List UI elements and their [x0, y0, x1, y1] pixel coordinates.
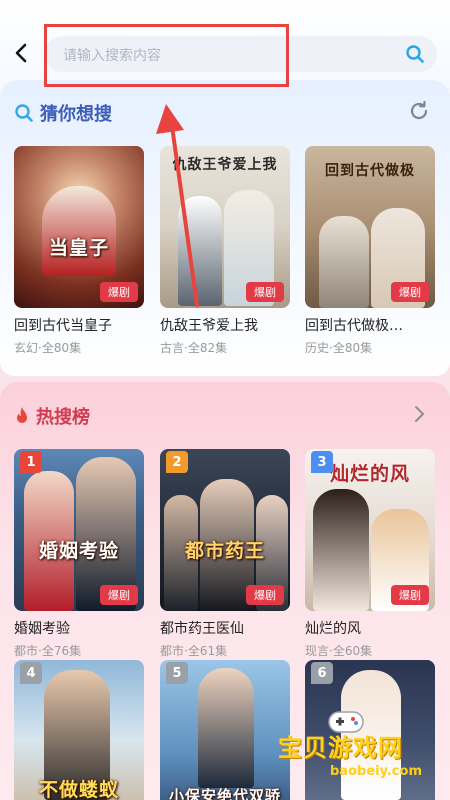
rank-badge: 6	[311, 662, 333, 684]
rank-badge: 2	[166, 451, 188, 473]
poster-caption: 小保安绝代双骄	[168, 787, 281, 800]
rank-badge: 5	[166, 662, 188, 684]
refresh-icon[interactable]	[408, 100, 430, 122]
drama-title[interactable]: 回到古代当皇子	[14, 315, 144, 335]
watermark-text: 宝贝游戏网	[278, 734, 403, 762]
flame-icon	[17, 407, 27, 423]
hot-section-title: 热搜榜	[36, 407, 90, 428]
poster-caption: 都市药王	[184, 540, 265, 562]
hot-section-header: 热搜榜	[14, 403, 90, 429]
search-highlight-box	[44, 24, 289, 87]
drama-title[interactable]: 灿烂的风	[305, 618, 435, 638]
drama-card[interactable]: 当皇子 爆剧 回到古代当皇子 玄幻·全80集	[14, 146, 144, 356]
drama-poster[interactable]: 当皇子 爆剧	[14, 146, 144, 308]
drama-card[interactable]: 婚姻考验 1 爆剧 婚姻考验 都市·全76集	[14, 449, 144, 659]
drama-poster[interactable]: 不做蝼蚁 4	[14, 660, 144, 800]
poster-caption: 婚姻考验	[38, 540, 119, 562]
watermark-url: baobeiy.com	[330, 764, 422, 779]
hot-badge: 爆剧	[246, 585, 284, 605]
drama-title[interactable]: 回到古代做极…	[305, 315, 435, 335]
drama-meta: 都市·全61集	[160, 644, 228, 658]
drama-poster[interactable]: 灿烂的风 3 爆剧	[305, 449, 435, 611]
drama-poster[interactable]: 婚姻考验 1 爆剧	[14, 449, 144, 611]
chevron-right-icon[interactable]	[412, 404, 428, 424]
hot-badge: 爆剧	[100, 282, 138, 302]
drama-poster[interactable]: 回到古代做极 爆剧	[305, 146, 435, 308]
poster-caption: 当皇子	[48, 237, 109, 259]
drama-title[interactable]: 都市药王医仙	[160, 618, 290, 638]
search-icon[interactable]	[405, 44, 425, 64]
drama-poster[interactable]: 小保安绝代双骄 5	[160, 660, 290, 800]
rank-badge: 4	[20, 662, 42, 684]
back-button[interactable]	[8, 38, 34, 68]
drama-meta: 古言·全82集	[160, 341, 228, 355]
drama-card[interactable]: 回到古代做极 爆剧 回到古代做极… 历史·全80集	[305, 146, 435, 356]
drama-meta: 都市·全76集	[14, 644, 82, 658]
guess-section-header: 猜你想搜	[14, 100, 112, 126]
poster-caption: 回到古代做极	[325, 163, 415, 179]
hot-badge: 爆剧	[391, 282, 429, 302]
back-arrow-icon	[15, 43, 27, 63]
drama-title[interactable]: 婚姻考验	[14, 618, 144, 638]
hot-badge: 爆剧	[391, 585, 429, 605]
poster-caption: 不做蝼蚁	[38, 779, 119, 800]
annotation-arrow-icon	[156, 104, 199, 307]
hot-badge: 爆剧	[100, 585, 138, 605]
hot-badge: 爆剧	[246, 282, 284, 302]
drama-card[interactable]: 小保安绝代双骄 5	[160, 660, 290, 800]
drama-meta: 历史·全80集	[305, 341, 373, 355]
drama-title[interactable]: 仇敌王爷爱上我	[160, 315, 290, 335]
guess-section-title: 猜你想搜	[40, 104, 112, 125]
search-icon	[15, 104, 33, 122]
rank-badge: 1	[20, 451, 42, 473]
drama-poster[interactable]: 都市药王 2 爆剧	[160, 449, 290, 611]
drama-meta: 现言·全60集	[305, 644, 373, 658]
rank-badge: 3	[311, 451, 333, 473]
drama-card[interactable]: 灿烂的风 3 爆剧 灿烂的风 现言·全60集	[305, 449, 435, 659]
drama-card[interactable]: 不做蝼蚁 4	[14, 660, 144, 800]
drama-card[interactable]: 都市药王 2 爆剧 都市药王医仙 都市·全61集	[160, 449, 290, 659]
drama-meta: 玄幻·全80集	[14, 341, 82, 355]
